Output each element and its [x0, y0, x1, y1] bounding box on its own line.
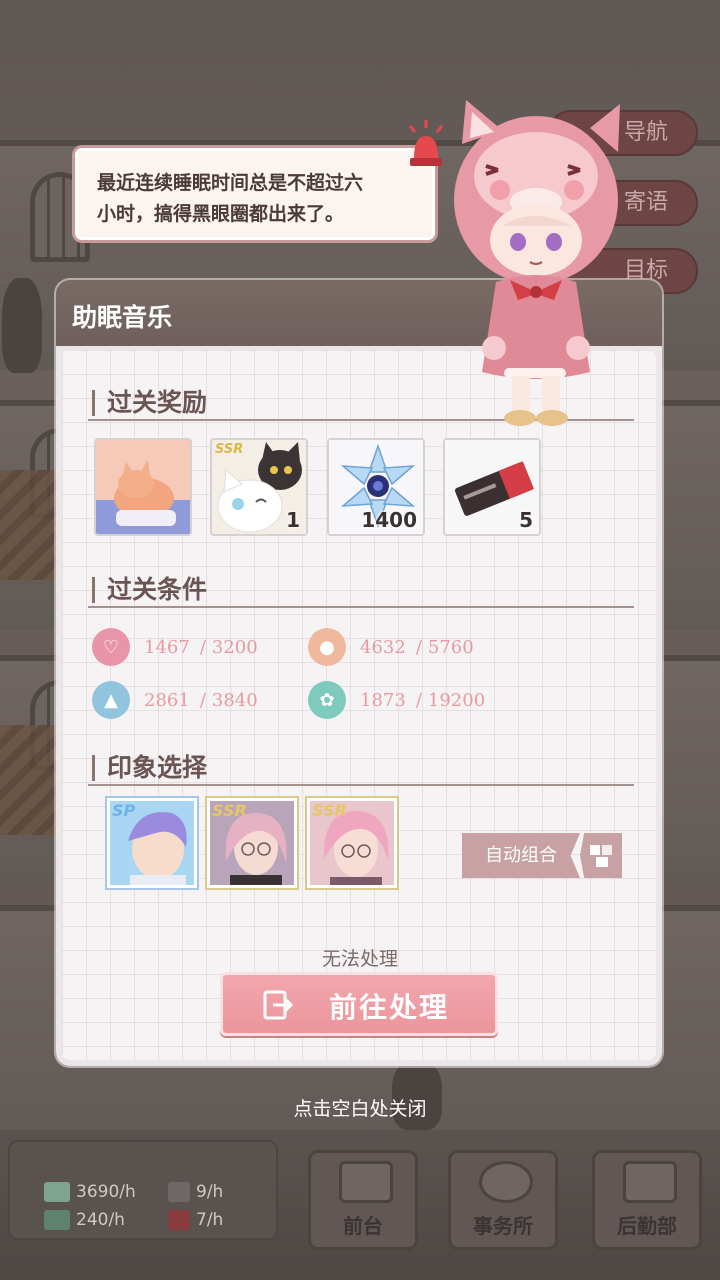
front-desk-label: 前台	[343, 1214, 383, 1238]
condition-target: 3840	[211, 689, 258, 711]
impression-card-3[interactable]: SSR	[307, 798, 397, 888]
condition-current: 2861	[144, 689, 190, 711]
front-desk-button[interactable]: 前台	[308, 1150, 418, 1250]
condition-target: 5760	[427, 636, 474, 658]
reward-count: 1	[286, 508, 300, 532]
conditions-section-title: 过关条件	[92, 577, 207, 603]
condition-current: 1467	[144, 636, 190, 658]
condition-target: 19200	[427, 689, 486, 711]
mascot-character	[454, 100, 620, 426]
present-icon	[168, 1210, 190, 1230]
unable-status-text: 无法处理	[321, 948, 398, 970]
rarity-badge: SP	[112, 801, 136, 820]
reward-item-sleeping-cat[interactable]	[94, 438, 192, 536]
condition-current: 1873	[360, 689, 406, 711]
heartbeat-icon: ♡	[92, 628, 130, 666]
resource-gift-box: 9/h	[168, 1182, 223, 1202]
id-card-icon	[623, 1161, 677, 1203]
resource-gift-box-value: 9/h	[196, 1182, 224, 1202]
tap-to-close-hint[interactable]: 点击空白处关闭	[0, 1094, 720, 1121]
section-divider	[88, 606, 634, 608]
rarity-badge: SSR	[312, 801, 347, 820]
go-handle-label: 前往处理	[329, 991, 450, 1024]
cash-icon	[44, 1182, 70, 1202]
books-icon	[44, 1210, 70, 1230]
auto-combine-button[interactable]: 自动组合	[462, 833, 622, 878]
section-divider	[88, 784, 634, 786]
auto-combine-label: 自动组合	[462, 833, 580, 878]
condition-target: 3200	[211, 636, 258, 658]
logistics-button[interactable]: 后勤部	[592, 1150, 702, 1250]
gift-box-icon	[168, 1182, 190, 1202]
panel-title: 助眠音乐	[72, 303, 173, 332]
reward-count: 5	[519, 508, 533, 532]
sleeping-cat-illustration	[96, 440, 190, 534]
enter-arrow-icon	[263, 990, 294, 1020]
resource-cash-value: 3690/h	[76, 1182, 136, 1202]
resource-books-value: 240/h	[76, 1210, 125, 1230]
impression-section-title: 印象选择	[92, 755, 207, 781]
resource-cash: 3690/h	[44, 1182, 136, 1202]
logistics-label: 后勤部	[617, 1214, 677, 1238]
speech-line-1: 最近连续睡眠时间总是不超过六	[97, 172, 364, 194]
alarm-siren-icon	[408, 120, 444, 166]
condition-heartbeat: ♡ 1467 / 3200	[92, 628, 258, 666]
condition-flower: ✿ 1873 / 19200	[308, 681, 485, 719]
condition-current: 4632	[360, 636, 406, 658]
condition-person: ● 4632 / 5760	[308, 628, 474, 666]
rarity-badge: SSR	[215, 442, 244, 457]
person-icon: ●	[308, 628, 346, 666]
rewards-section-title: 过关奖励	[92, 390, 207, 416]
resource-present: 7/h	[168, 1210, 223, 1230]
speech-bubble: 最近连续睡眠时间总是不超过六 小时，搞得黑眼圈都出来了。	[72, 145, 438, 243]
speech-line-2: 小时，搞得黑眼圈都出来了。	[97, 203, 345, 225]
star-icon	[479, 1161, 533, 1203]
desk-icon	[339, 1161, 393, 1203]
office-label: 事务所	[473, 1214, 533, 1238]
reward-count: 1400	[361, 508, 417, 532]
reward-item-crystal[interactable]: 1400	[327, 438, 425, 536]
impression-card-2[interactable]: SSR	[207, 798, 297, 888]
rarity-badge: SSR	[212, 801, 247, 820]
background-character	[2, 278, 42, 373]
graduation-cap-icon: ▲	[92, 681, 130, 719]
combine-icon	[580, 833, 622, 878]
resource-present-value: 7/h	[196, 1210, 224, 1230]
resource-books: 240/h	[44, 1210, 125, 1230]
flower-icon: ✿	[308, 681, 346, 719]
reward-item-ticket[interactable]: 5	[443, 438, 541, 536]
reward-item-ssr-cat-card[interactable]: SSR 1	[210, 438, 308, 536]
condition-education: ▲ 2861 / 3840	[92, 681, 258, 719]
office-button[interactable]: 事务所	[448, 1150, 558, 1250]
impression-card-1[interactable]: SP	[107, 798, 197, 888]
go-handle-button[interactable]: 前往处理	[220, 972, 498, 1036]
